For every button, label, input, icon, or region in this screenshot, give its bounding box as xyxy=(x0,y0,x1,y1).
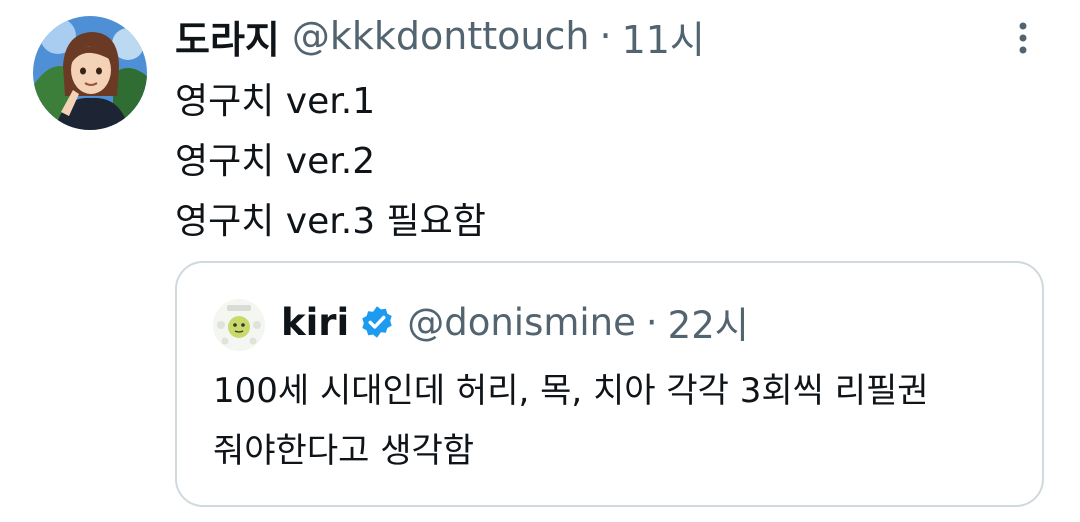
separator-dot: · xyxy=(599,14,612,58)
user-handle[interactable]: @kkkdonttouch xyxy=(292,14,590,58)
tweet-text: 영구치 ver.1 영구치 ver.2 영구치 ver.3 필요함 xyxy=(175,72,486,252)
avatar[interactable] xyxy=(33,16,147,130)
separator-dot: · xyxy=(645,300,658,344)
quoted-tweet-text: 100세 시대인데 허리, 목, 치아 각각 3회씩 리필권 줘야한다고 생각함 xyxy=(213,361,929,481)
quoted-user-handle[interactable]: @donismine xyxy=(407,301,636,344)
quoted-tweet-card[interactable]: kiri @donismine · 22시 100세 시대인데 허리, 목, 치… xyxy=(175,261,1044,507)
quoted-display-name[interactable]: kiri xyxy=(281,301,349,344)
quoted-tweet-header: kiri @donismine · 22시 xyxy=(281,296,749,348)
quoted-tweet-line: 100세 시대인데 허리, 목, 치아 각각 3회씩 리필권 xyxy=(213,371,929,411)
timestamp[interactable]: 11시 xyxy=(622,9,705,64)
quoted-timestamp[interactable]: 22시 xyxy=(668,295,749,349)
tweet-header: 도라지 @kkkdonttouch · 11시 xyxy=(175,10,705,62)
tweet-line: 영구치 ver.3 필요함 xyxy=(175,201,486,242)
tweet-line: 영구치 ver.1 xyxy=(175,81,376,122)
quoted-avatar[interactable] xyxy=(213,299,265,351)
display-name[interactable]: 도라지 xyxy=(175,9,280,64)
more-vertical-icon[interactable] xyxy=(1008,18,1038,58)
quoted-tweet-line: 줘야한다고 생각함 xyxy=(213,431,475,471)
verified-badge-icon xyxy=(362,306,392,338)
tweet-line: 영구치 ver.2 xyxy=(175,141,376,182)
